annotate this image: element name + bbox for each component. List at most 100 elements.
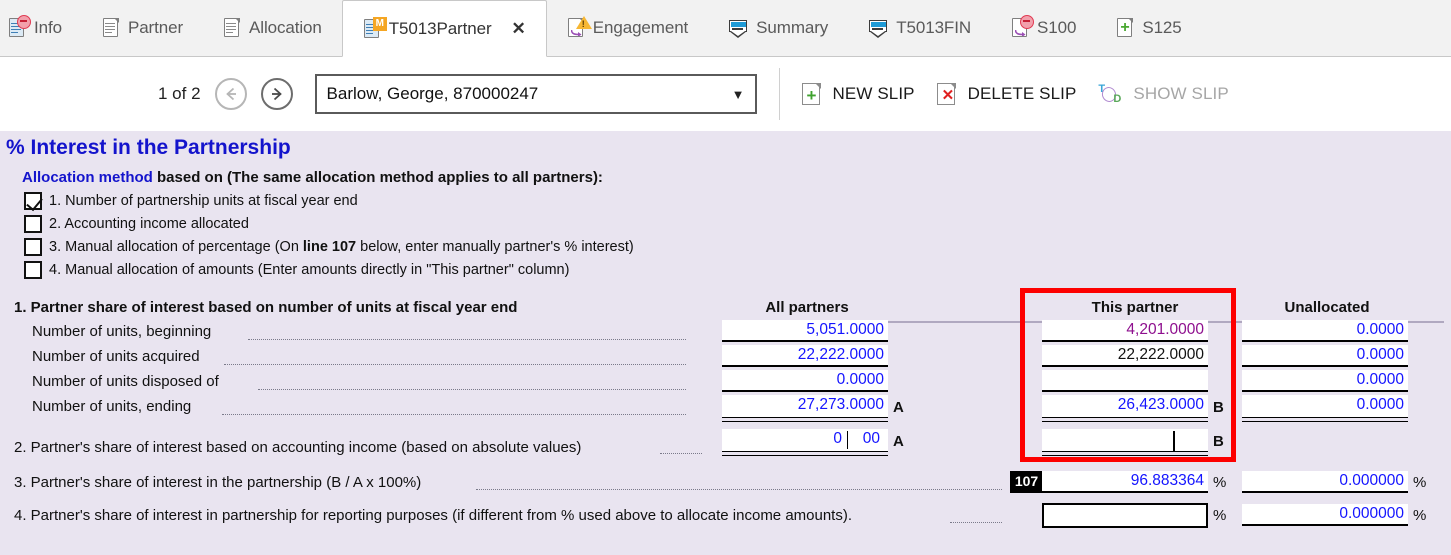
tab-summary[interactable]: Summary: [708, 0, 848, 56]
arrow-icon: [570, 29, 582, 36]
line-number-107: 107: [1010, 471, 1043, 493]
allocation-option-3[interactable]: 3. Manual allocation of percentage (On l…: [24, 238, 634, 256]
tag-b-units: B: [1213, 399, 1224, 416]
leader-dots: [660, 453, 702, 454]
show-slip-icon: TD: [1098, 82, 1122, 105]
double-rule: [1242, 421, 1408, 422]
show-slip-button[interactable]: TD SHOW SLIP: [1098, 82, 1228, 107]
arrow-icon: [1015, 29, 1026, 36]
tag-a-income: A: [893, 433, 904, 450]
tab-engagement[interactable]: Engagement: [547, 0, 708, 56]
tab-label: T5013FIN: [896, 18, 972, 37]
document-warning-icon: [567, 16, 592, 40]
text-cursor: [1173, 431, 1175, 451]
field-unalloc-percent-interest: 0.000000: [1242, 471, 1408, 493]
interest-form: % Interest in the Partnership Allocation…: [0, 131, 1451, 555]
partner-select-value: Barlow, George, 870000247: [326, 84, 539, 103]
tab-s100[interactable]: S100: [991, 0, 1096, 56]
new-slip-button[interactable]: + NEW SLIP: [801, 82, 915, 107]
document-minus-icon: [1011, 15, 1035, 40]
arrow-left-icon: [225, 87, 236, 101]
field-this-units-disposed[interactable]: [1042, 370, 1208, 392]
double-rule: [722, 451, 888, 452]
field-unalloc-units-disposed: 0.0000: [1242, 370, 1408, 392]
double-rule: [722, 455, 888, 456]
field-this-percent-interest[interactable]: 96.883364: [1042, 471, 1208, 493]
tab-t5013partner[interactable]: M T5013Partner ✕: [341, 0, 547, 57]
section-1-title: 1. Partner share of interest based on nu…: [14, 299, 518, 316]
document-delete-icon: ✕: [936, 82, 959, 107]
previous-slip-button[interactable]: [214, 78, 247, 110]
tag-a-units: A: [893, 399, 904, 416]
delete-slip-label: DELETE SLIP: [967, 84, 1077, 103]
tag-b-income: B: [1213, 433, 1224, 450]
checkbox-option-3[interactable]: [24, 238, 42, 256]
column-header-all-partners: All partners: [765, 299, 849, 316]
tab-s125[interactable]: + S125: [1096, 0, 1201, 56]
document-plus-icon: +: [1116, 16, 1136, 40]
delete-slip-button[interactable]: ✕ DELETE SLIP: [936, 82, 1077, 107]
checkbox-option-4[interactable]: [24, 261, 42, 279]
field-all-units-acquired: 22,222.0000: [722, 345, 888, 367]
field-all-accounting-income: 0 00: [722, 429, 888, 451]
line-4-label: 4. Partner's share of interest in partne…: [14, 507, 853, 524]
field-this-accounting-income[interactable]: [1042, 429, 1208, 451]
checkbox-option-1[interactable]: [24, 192, 42, 210]
partner-select[interactable]: Barlow, George, 870000247 ▼: [314, 74, 757, 114]
field-this-units-beginning[interactable]: 4,201.0000: [1042, 320, 1208, 342]
allocation-option-2[interactable]: 2. Accounting income allocated: [24, 215, 249, 233]
tab-label: Info: [34, 18, 62, 37]
field-unalloc-units-ending: 0.0000: [1242, 395, 1408, 417]
leader-dots: [222, 414, 686, 415]
tab-partner[interactable]: Partner: [82, 0, 203, 56]
chevron-down-icon[interactable]: ▼: [732, 87, 745, 102]
leader-dots: [950, 522, 1002, 523]
column-header-this-partner: This partner: [1091, 299, 1179, 316]
allocation-option-1[interactable]: 1. Number of partnership units at fiscal…: [24, 192, 358, 210]
close-icon[interactable]: ✕: [512, 19, 526, 39]
leader-dots: [248, 339, 686, 340]
toolbar-divider: [778, 68, 780, 120]
double-rule: [722, 421, 888, 422]
field-this-units-acquired[interactable]: 22,222.0000: [1042, 345, 1208, 367]
field-this-units-ending: 26,423.0000: [1042, 395, 1208, 417]
shield-icon: [868, 17, 890, 39]
decimal-separator: [846, 431, 848, 449]
new-slip-label: NEW SLIP: [832, 84, 915, 103]
allocation-option-3-label: 3. Manual allocation of percentage (On l…: [49, 239, 634, 255]
field-all-units-ending: 27,273.0000: [722, 395, 888, 417]
field-unalloc-units-acquired: 0.0000: [1242, 345, 1408, 367]
percent-sign-unalloc: %: [1413, 474, 1427, 491]
arrow-right-icon: [271, 87, 282, 101]
checkbox-option-2[interactable]: [24, 215, 42, 233]
tab-t5013fin[interactable]: T5013FIN: [848, 0, 991, 56]
leader-dots: [258, 389, 686, 390]
row-label-units-beginning: Number of units, beginning: [32, 323, 212, 340]
document-plus-icon: +: [801, 82, 824, 107]
document-minus-icon: [8, 15, 31, 40]
double-rule: [1242, 417, 1408, 418]
allocation-option-2-label: 2. Accounting income allocated: [49, 216, 249, 232]
document-modified-icon: M: [363, 16, 387, 41]
tab-label: Allocation: [249, 18, 322, 37]
tab-allocation[interactable]: Allocation: [203, 0, 342, 56]
shield-icon: [728, 17, 750, 39]
tab-label: T5013Partner: [388, 18, 492, 38]
field-all-units-beginning: 5,051.0000: [722, 320, 888, 342]
field-this-reporting-percent[interactable]: [1042, 503, 1208, 528]
row-label-units-disposed: Number of units disposed of: [32, 373, 219, 390]
show-slip-label: SHOW SLIP: [1133, 84, 1229, 103]
next-slip-button[interactable]: [260, 78, 293, 110]
line-3-label: 3. Partner's share of interest in the pa…: [14, 474, 422, 491]
leader-dots: [476, 489, 1002, 490]
percent-sign-this-reporting: %: [1213, 507, 1227, 524]
tab-label: Summary: [756, 18, 829, 37]
tab-info[interactable]: Info: [0, 0, 82, 56]
allocation-option-4-label: 4. Manual allocation of amounts (Enter a…: [49, 262, 570, 278]
field-unalloc-units-beginning: 0.0000: [1242, 320, 1408, 342]
double-rule: [1042, 421, 1208, 422]
column-header-unallocated: Unallocated: [1284, 299, 1370, 316]
allocation-option-4[interactable]: 4. Manual allocation of amounts (Enter a…: [24, 261, 569, 279]
page-title: % Interest in the Partnership: [6, 136, 291, 159]
allocation-method-label: Allocation method: [22, 169, 153, 186]
